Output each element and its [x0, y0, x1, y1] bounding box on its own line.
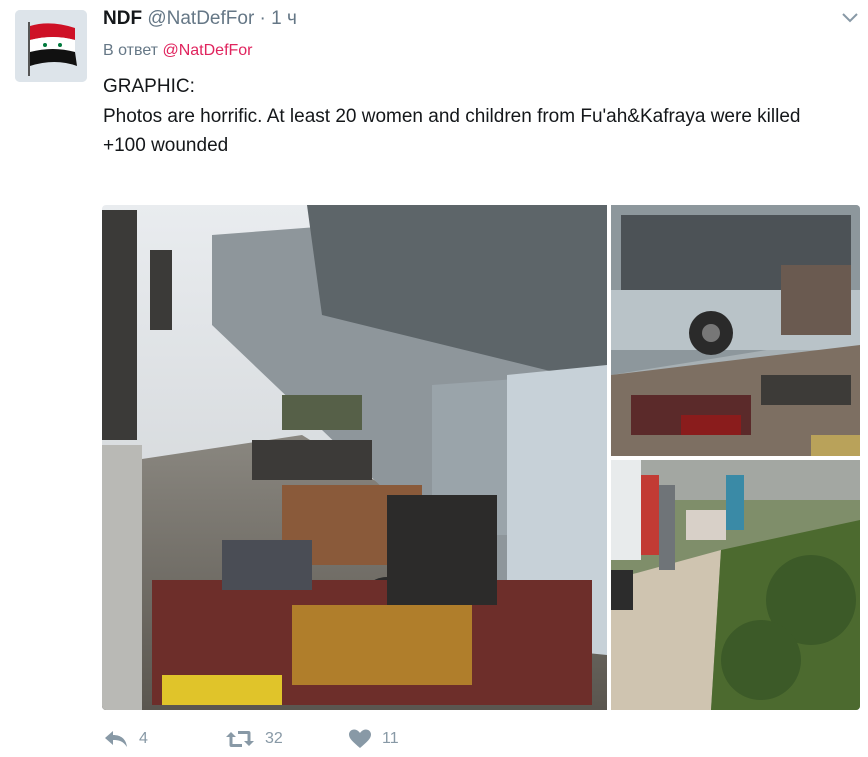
photo-3[interactable] [611, 460, 860, 710]
reply-count: 4 [139, 730, 148, 747]
retweet-button[interactable]: 32 [225, 728, 283, 750]
chevron-down-icon [842, 13, 858, 23]
avatar[interactable] [15, 10, 87, 82]
separator: · [254, 8, 272, 29]
tweet-line: +100 wounded [103, 135, 229, 156]
like-count: 11 [382, 730, 399, 747]
retweet-count: 32 [265, 730, 283, 747]
retweet-icon [226, 731, 254, 747]
tweet-timestamp[interactable]: 1 ч [271, 8, 297, 29]
tweet-line: GRAPHIC: [103, 76, 195, 97]
reply-prefix: В ответ [103, 42, 159, 59]
reply-mention-link[interactable]: @NatDefFor [162, 42, 252, 59]
reply-icon [105, 731, 127, 747]
roadside-people-photo [611, 460, 860, 710]
tweet-header: NDF @NatDefFor · 1 ч [103, 8, 297, 30]
photo-2[interactable] [611, 205, 860, 456]
damaged-bus-photo [611, 205, 860, 456]
author-name[interactable]: NDF [103, 8, 142, 29]
tweet-text: GRAPHIC: Photos are horrific. At least 2… [103, 72, 848, 161]
like-button[interactable]: 11 [348, 728, 399, 750]
reply-context: В ответ @NatDefFor [103, 42, 253, 60]
heart-icon [349, 729, 371, 748]
more-options-button[interactable] [842, 10, 858, 26]
tweet-line: Photos are horrific. At least 20 women a… [103, 105, 801, 127]
bus-street-photo [102, 205, 607, 710]
author-handle[interactable]: @NatDefFor [147, 8, 254, 29]
syrian-flag-avatar-icon [15, 10, 87, 82]
reply-button[interactable]: 4 [103, 728, 148, 750]
media-grid [102, 205, 860, 710]
photo-1[interactable] [102, 205, 607, 710]
